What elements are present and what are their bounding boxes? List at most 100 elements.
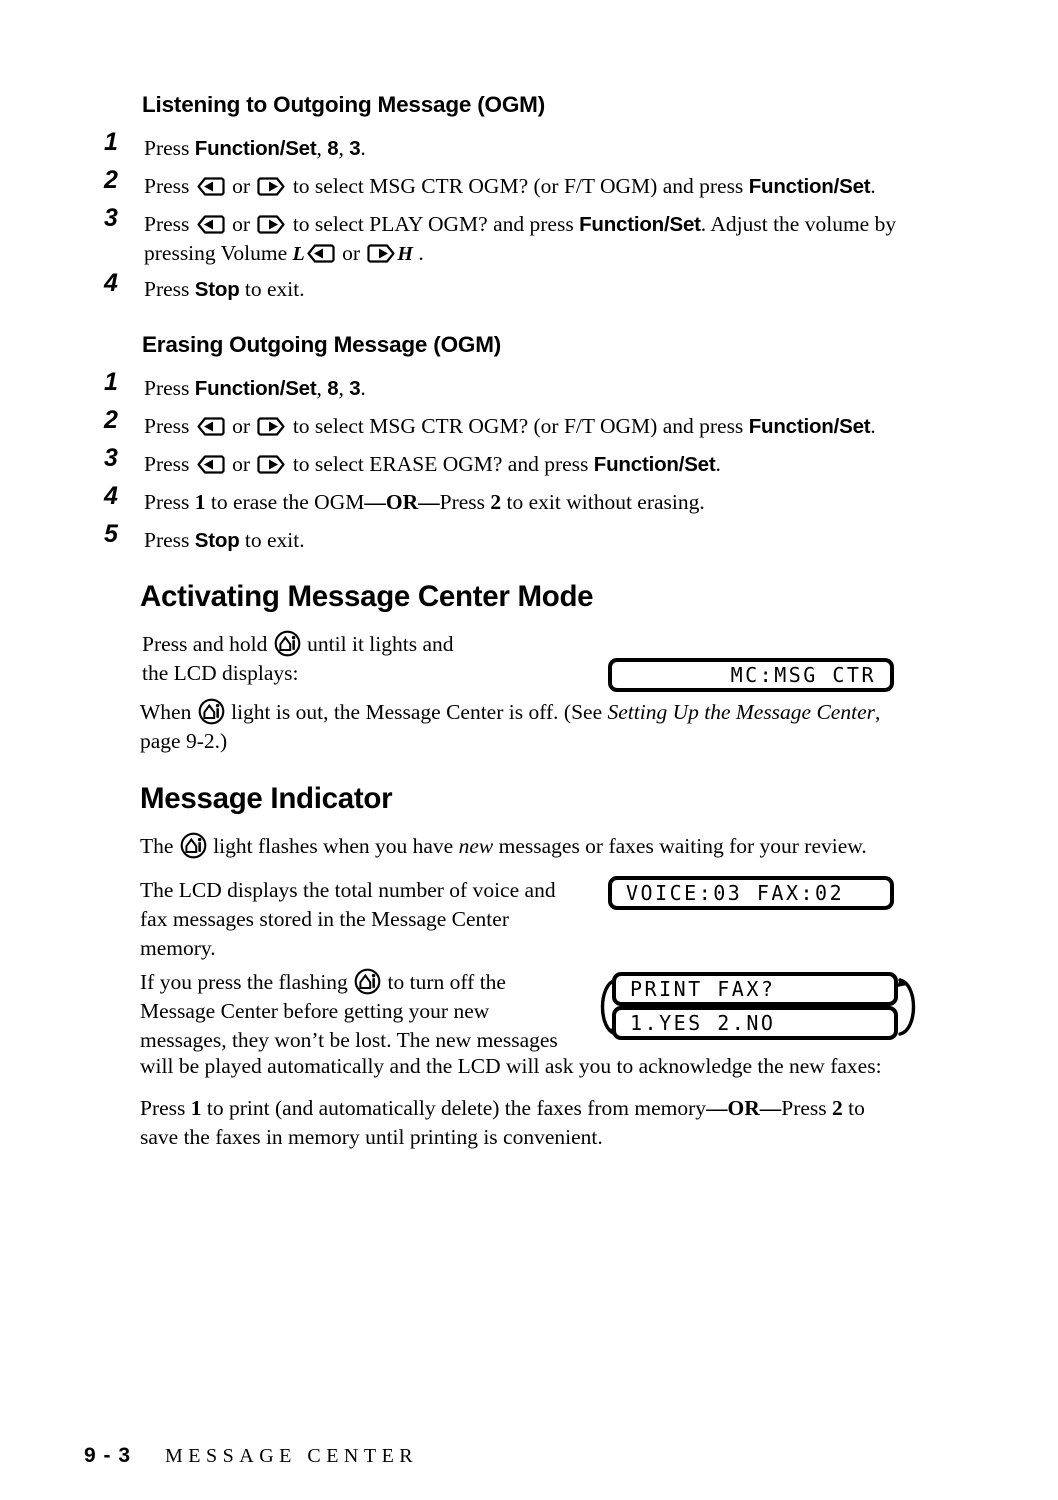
key-function-set: Function/Set [593,453,716,476]
message-center-button-icon [354,968,381,995]
key-8: 8 [327,377,339,400]
cross-reference-title: Setting Up the Message Center [607,700,875,724]
step-number: 2 [104,166,118,194]
paragraph-text-post: , [875,700,881,724]
step-text-end: . [870,174,876,198]
volume-high-label: H [397,243,413,265]
step-text: Press 1 to erase the OGM—OR—Press 2 to e… [144,488,934,517]
key-1: 1 [190,1096,202,1120]
paragraph-message-center-off: When light is out, the Message Center is… [140,698,930,756]
or-separator: —OR— [364,490,440,514]
key-stop: Stop [194,278,240,301]
step-text-end: . [360,376,366,400]
paragraph-text-pre: Press [140,1096,191,1120]
step-text-pre: Press [144,212,195,236]
step-text-end: . [360,136,366,160]
right-arrow-key-icon [256,215,286,234]
step-number: 5 [104,520,118,548]
paragraph-text-pre: The [140,834,179,858]
step-text-end: to exit. [239,528,305,552]
paragraph-text-line2: the LCD displays: [142,661,299,685]
paragraph-text-end: to [842,1096,865,1120]
paragraph-press-1-or-2: Press 1 to print (and automatically dele… [140,1094,940,1152]
key-function-set: Function/Set [748,175,871,198]
step-text-sep1: , [316,376,328,400]
list-item: 3 Press or to select ERASE OGM? and pres… [104,446,934,479]
paragraph-text-mid2: Press [781,1096,833,1120]
conjunction-or: or [226,174,256,198]
key-2: 2 [832,1096,843,1120]
step-number: 3 [104,444,118,472]
key-1: 1 [194,490,206,514]
right-arrow-key-icon [256,417,286,436]
step-number: 2 [104,406,118,434]
lcd-text: MC:MSG CTR [730,663,876,687]
right-arrow-key-icon [366,244,396,263]
step-text: Press Stop to exit. [144,275,934,304]
step-text-mid: to select PLAY OGM? and press [287,212,580,236]
list-item: 4 Press Stop to exit. [104,271,934,304]
key-function-set: Function/Set [748,415,871,438]
key-function-set: Function/Set [194,377,317,400]
right-arrow-key-icon [256,455,286,474]
conjunction-or: or [336,241,366,265]
step-text-end: . [870,414,876,438]
step-number: 4 [104,482,118,510]
step-text-mid: to select MSG CTR OGM? (or F/T OGM) and … [287,414,749,438]
list-item: 4 Press 1 to erase the OGM—OR—Press 2 to… [104,484,934,517]
left-arrow-key-icon [196,455,226,474]
step-text-pre: Press [144,277,195,301]
or-separator: —OR— [706,1096,782,1120]
step-text-pre: Press [144,376,195,400]
message-center-button-icon [180,832,207,859]
manual-page: Listening to Outgoing Message (OGM) 1 Pr… [0,0,1058,1500]
lcd-display-mc-msg-ctr: MC:MSG CTR [608,658,894,692]
key-8: 8 [327,137,339,160]
key-function-set: Function/Set [579,213,701,236]
step-text-mid: to erase the OGM [205,490,365,514]
step-text-sep2: , [338,136,350,160]
paragraph-text-mid: light is out, the Message Center is off.… [225,700,608,724]
paragraph-text-mid: to print (and automatically delete) the … [201,1096,707,1120]
key-stop: Stop [194,529,240,552]
heading-activating-message-center-mode: Activating Message Center Mode [140,580,594,613]
step-text-sep2: , [338,376,350,400]
paragraph-text-line1: The LCD displays the total number of voi… [140,878,556,902]
paragraph-text-pre: When [140,700,197,724]
step-number: 4 [104,269,118,297]
conjunction-or: or [226,452,256,476]
key-3: 3 [349,377,361,400]
footer-chapter-title: MESSAGE CENTER [165,1445,419,1467]
step-number: 3 [104,204,118,232]
message-center-button-icon [198,698,225,725]
left-arrow-key-icon [196,177,226,196]
step-text: Press or to select MSG CTR OGM? (or F/T … [144,172,934,201]
step-text: Press Function/Set, 8, 3. [144,374,934,403]
paragraph-text-post: messages or faxes waiting for your revie… [493,834,867,858]
paragraph-text-line3: memory. [140,936,216,960]
step-text-pre: Press [144,490,195,514]
list-item: 3 Press or to select PLAY OGM? and press… [104,206,934,269]
paragraph-text-pre: If you press the flashing [140,970,354,994]
emphasis-new: new [458,834,494,858]
list-item: 5 Press Stop to exit. [104,522,934,555]
step-text-end: to exit without erasing. [501,490,705,514]
lcd-display-print-fax-prompt: PRINT FAX? [612,972,898,1006]
step-text-pre: Press [144,414,195,438]
lcd-text: PRINT FAX? [630,977,776,1001]
heading-message-indicator: Message Indicator [140,782,393,815]
step-text: Press Function/Set, 8, 3. [144,134,934,163]
step-text-end: to exit. [239,277,305,301]
volume-low-label: L [292,243,305,265]
key-2: 2 [490,490,502,514]
step-text-pre: Press [144,528,195,552]
lcd-display-voice-fax-counts: VOICE:03 FAX:02 [608,876,894,910]
paragraph-press-and-hold: Press and hold until it lights and the LC… [142,630,612,688]
paragraph-text-line2: page 9-2.) [140,729,228,753]
paragraph-text-post: until it lights and [301,632,454,656]
lcd-display-yes-no-prompt: 1.YES 2.NO [612,1006,898,1040]
step-number: 1 [104,368,118,396]
paragraph-played-automatically: will be played automatically and the LCD… [140,1052,940,1081]
paragraph-text-line2: save the faxes in memory until printing … [140,1125,603,1149]
step-text: Press Stop to exit. [144,526,934,555]
